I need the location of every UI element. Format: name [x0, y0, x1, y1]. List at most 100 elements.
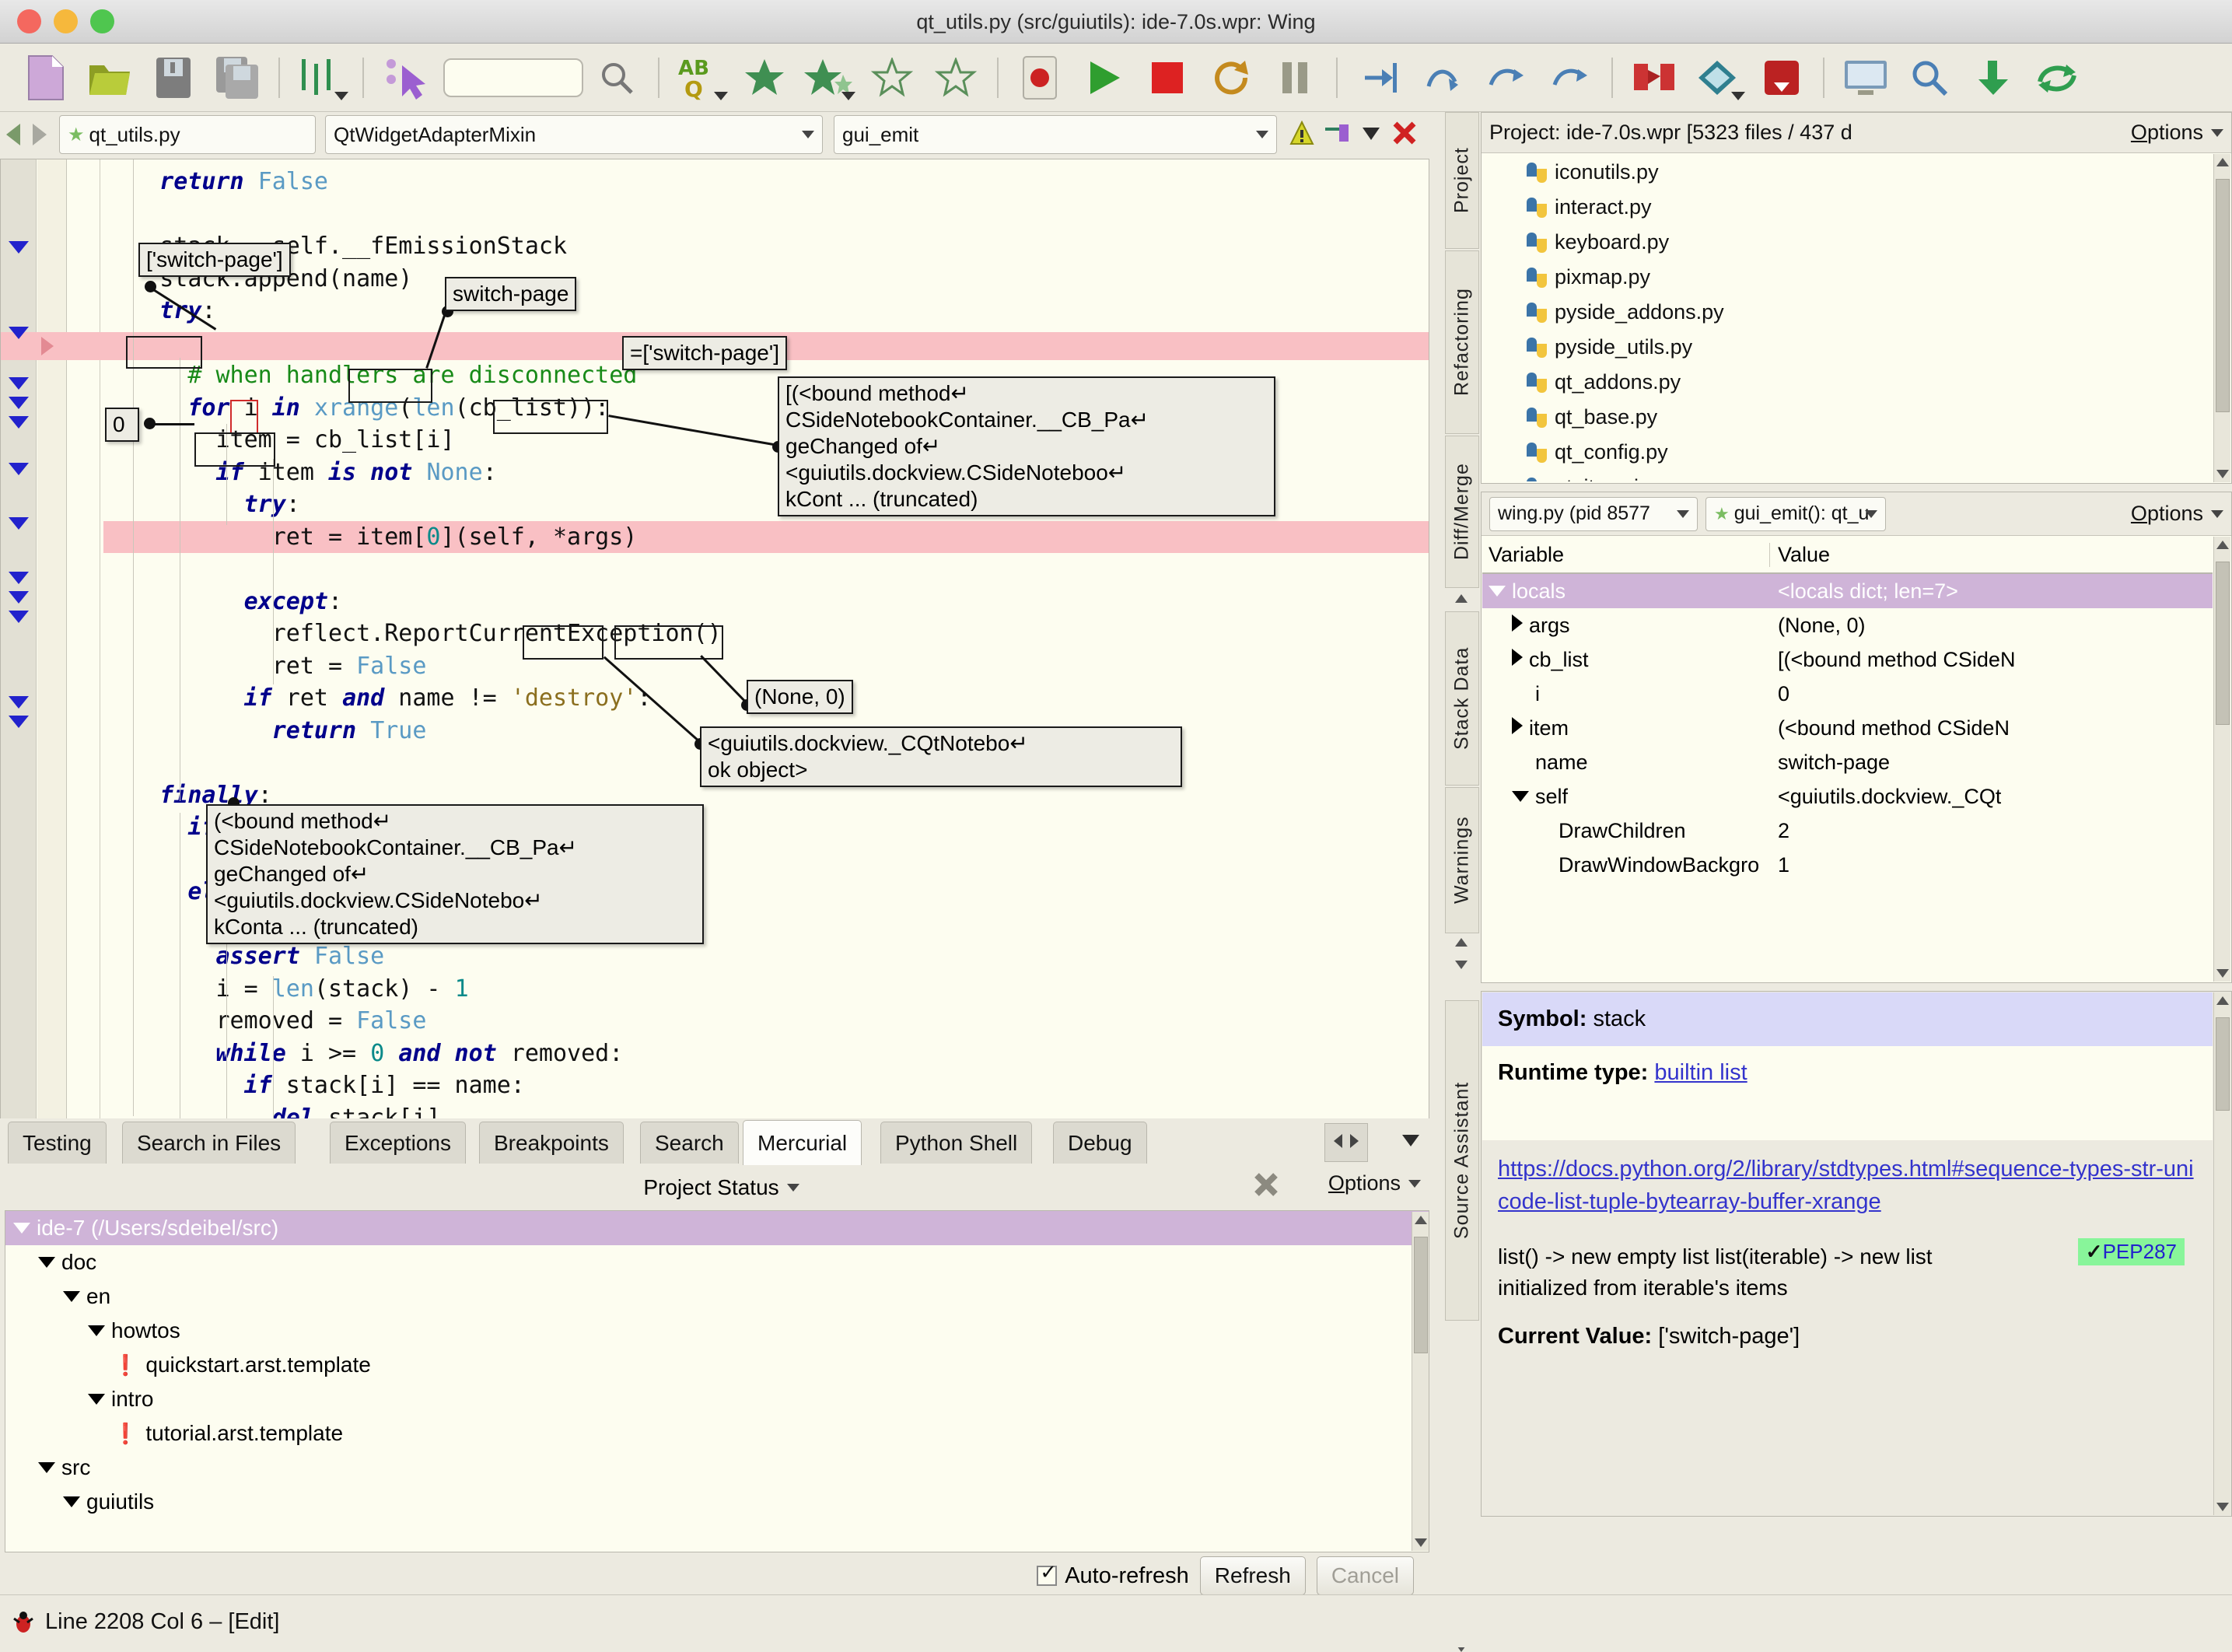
code-editor[interactable]: return False stack = self.__fEmissionSta… — [0, 159, 1429, 1210]
debug-down-icon[interactable] — [1751, 47, 1812, 108]
expand-toggle-icon[interactable] — [63, 1496, 80, 1507]
project-status-row[interactable]: ❗ quickstart.arst.template — [5, 1348, 1429, 1382]
pause-icon[interactable] — [1265, 47, 1325, 108]
breakpoint-gutter[interactable] — [37, 159, 67, 1209]
expand-toggle-icon[interactable] — [1512, 790, 1529, 802]
method-selector-combo[interactable]: gui_emit — [834, 115, 1277, 154]
stack-scrollbar[interactable] — [2213, 537, 2230, 982]
fold-toggle[interactable] — [9, 463, 29, 475]
file-selector-combo[interactable]: ★ qt_utils.py — [59, 115, 316, 154]
step-over-icon[interactable] — [1412, 47, 1473, 108]
vtab-refactoring[interactable]: Refactoring — [1445, 250, 1479, 434]
nav-forward-button[interactable] — [26, 119, 53, 150]
save-icon[interactable] — [143, 47, 204, 108]
project-status-row[interactable]: guiutils — [5, 1485, 1429, 1519]
fold-toggle[interactable] — [9, 591, 29, 604]
search-magnifier-icon[interactable] — [586, 47, 647, 108]
stack-row[interactable]: locals <locals dict; len=7> — [1482, 574, 2213, 608]
stack-row[interactable]: args (None, 0) — [1482, 608, 2213, 642]
project-file-tree[interactable]: iconutils.py interact.py keyboard.py pixmap… — [1482, 155, 2231, 481]
chevron-down-icon[interactable] — [841, 91, 855, 100]
vtab-stack-data[interactable]: Stack Data — [1445, 611, 1479, 786]
indent-guides-icon[interactable] — [291, 47, 352, 108]
show-shell-icon[interactable] — [1835, 47, 1896, 108]
source-assistant-scrollbar[interactable] — [2213, 992, 2230, 1515]
vtab-project[interactable]: Project — [1445, 112, 1479, 249]
chevron-down-icon[interactable] — [2211, 129, 2223, 137]
chevron-down-icon[interactable] — [714, 91, 728, 100]
chevron-down-icon[interactable] — [1677, 509, 1689, 518]
project-status-row[interactable]: en — [5, 1279, 1429, 1314]
stack-table[interactable]: Variable Value locals <locals dict; len=7… — [1482, 537, 2213, 982]
expand-toggle-icon[interactable] — [88, 1394, 105, 1405]
chevron-down-icon[interactable] — [1731, 91, 1745, 100]
bookmark-icon[interactable] — [734, 47, 795, 108]
project-file-row[interactable]: qt_config.py — [1482, 435, 2231, 470]
tab-search-in-files[interactable]: Search in Files — [122, 1122, 296, 1164]
chevron-down-icon[interactable] — [1408, 1180, 1421, 1188]
bottom-options-button[interactable]: Options — [1328, 1171, 1421, 1195]
fold-toggle[interactable] — [9, 572, 29, 584]
replace-icon[interactable]: AB Q — [670, 47, 731, 108]
stack-row[interactable]: item (<bound method CSideN — [1482, 711, 2213, 745]
fold-toggle[interactable] — [9, 517, 29, 530]
frame-selector-combo[interactable]: ★ gui_emit(): qt_u — [1705, 496, 1886, 531]
project-file-row[interactable]: pyside_addons.py — [1482, 295, 2231, 330]
tab-testing[interactable]: Testing — [8, 1122, 107, 1164]
project-status-row[interactable]: doc — [5, 1245, 1429, 1279]
vtab-warnings[interactable]: Warnings — [1445, 787, 1479, 933]
bookmark-next-icon[interactable] — [925, 47, 986, 108]
expand-toggle-icon[interactable] — [1512, 614, 1523, 632]
chevron-down-icon[interactable] — [2211, 510, 2223, 518]
bookmark-add-icon[interactable] — [798, 47, 859, 108]
fold-toggle[interactable] — [9, 377, 29, 390]
project-file-row[interactable]: qt_itemviews.py — [1482, 470, 2231, 481]
chevron-down-icon[interactable] — [1865, 509, 1877, 518]
step-to-icon[interactable] — [1540, 47, 1601, 108]
stack-row[interactable]: cb_list [(<bound method CSideN — [1482, 642, 2213, 677]
project-status-tree[interactable]: ide-7 (/Users/sdeibel/src) doc en howtos ❗ qu… — [5, 1210, 1429, 1552]
expand-toggle-icon[interactable] — [38, 1257, 55, 1268]
tab-exceptions[interactable]: Exceptions — [330, 1122, 466, 1164]
expand-toggle-icon[interactable] — [38, 1462, 55, 1473]
expand-toggle-icon[interactable] — [1512, 648, 1523, 666]
project-file-row[interactable]: keyboard.py — [1482, 225, 2231, 260]
tab-search[interactable]: Search — [640, 1122, 739, 1164]
project-status-scrollbar[interactable] — [1412, 1212, 1429, 1551]
fold-toggle[interactable] — [9, 397, 29, 409]
nav-back-button[interactable] — [0, 119, 26, 150]
fold-toggle[interactable] — [9, 696, 29, 709]
record-icon[interactable] — [1009, 47, 1070, 108]
stack-row[interactable]: self <guiutils.dockview._CQt — [1482, 779, 2213, 814]
expand-toggle-icon[interactable] — [88, 1325, 105, 1336]
checkbox-icon[interactable] — [1037, 1560, 1058, 1586]
cancel-button[interactable]: Cancel — [1316, 1556, 1414, 1595]
stop-icon[interactable] — [1137, 47, 1198, 108]
project-file-row[interactable]: qt_addons.py — [1482, 365, 2231, 400]
tab-scroll-right-icon[interactable] — [1348, 1132, 1360, 1154]
tab-python-shell[interactable]: Python Shell — [880, 1122, 1033, 1164]
runtime-type-link[interactable]: builtin list — [1654, 1060, 1747, 1085]
project-status-row[interactable]: ❗ tutorial.arst.template — [5, 1416, 1429, 1451]
process-selector-combo[interactable]: wing.py (pid 8577 — [1489, 496, 1698, 531]
stack-options-button[interactable]: Options — [2131, 502, 2223, 526]
project-status-row[interactable]: src — [5, 1451, 1429, 1485]
bookmark-prev-icon[interactable] — [862, 47, 922, 108]
fold-toggle[interactable] — [9, 611, 29, 623]
project-file-row[interactable]: interact.py — [1482, 190, 2231, 225]
chevron-down-icon[interactable] — [1256, 131, 1268, 138]
chevron-down-icon[interactable] — [1361, 124, 1381, 145]
warning-icon[interactable] — [1289, 120, 1314, 149]
stack-row[interactable]: i0 — [1482, 677, 2213, 711]
expand-toggle-icon[interactable] — [1512, 716, 1523, 734]
save-all-icon[interactable] — [207, 47, 268, 108]
chevron-down-icon[interactable] — [802, 131, 814, 138]
stack-row[interactable]: DrawChildren 2 — [1482, 814, 2213, 848]
chevron-down-icon[interactable] — [334, 91, 348, 100]
new-file-icon[interactable] — [16, 47, 76, 108]
project-status-row[interactable]: howtos — [5, 1314, 1429, 1348]
expand-toggle-icon[interactable] — [1489, 585, 1506, 597]
fold-gutter[interactable] — [1, 159, 37, 1209]
project-file-row[interactable]: pixmap.py — [1482, 260, 2231, 295]
open-folder-icon[interactable] — [79, 47, 140, 108]
